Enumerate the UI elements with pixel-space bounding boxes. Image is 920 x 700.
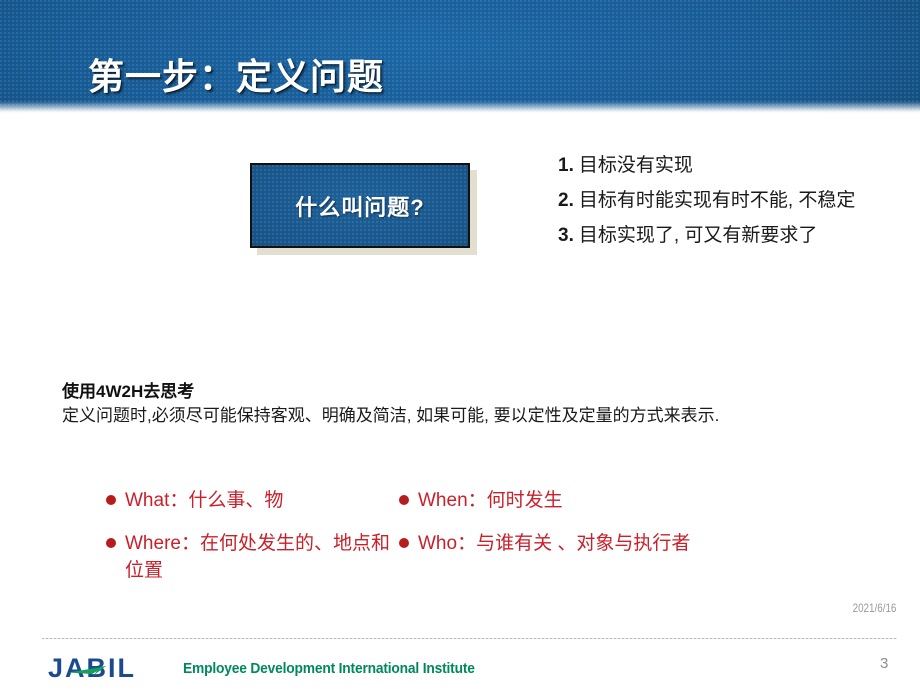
- bullet-text: Who：与谁有关 、对象与执行者: [418, 530, 690, 557]
- bullet-keyword: When: [418, 490, 468, 511]
- bullet-keyword: Where: [125, 533, 181, 554]
- list-item-text: 目标实现了, 可又有新要求了: [578, 225, 818, 246]
- jabil-logo-mark: JABIL: [48, 653, 136, 683]
- list-item-marker: 2.: [558, 190, 574, 211]
- bullet-item-when: When：何时发生: [399, 487, 819, 514]
- bullet-keyword: Who: [418, 533, 458, 554]
- footer-tagline: Employee Development International Insti…: [183, 660, 475, 677]
- bullet-dot-icon: [399, 495, 409, 505]
- list-item: 2. 目标有时能实现有时不能, 不稳定: [558, 185, 908, 216]
- bullet-separator: ：: [457, 533, 477, 554]
- bullet-text: Where：在何处发生的、地点和位置: [125, 530, 399, 584]
- bullet-item-where: Where：在何处发生的、地点和位置: [106, 530, 399, 584]
- question-box-label: 什么叫问题?: [295, 194, 425, 220]
- page-title: 第一步：定义问题: [88, 56, 385, 97]
- bullet-item-what: What：什么事、物: [106, 487, 399, 514]
- bullet-description: 何时发生: [486, 490, 563, 511]
- bullet-separator: ：: [467, 490, 487, 511]
- page-number: 3: [880, 655, 889, 672]
- bullet-row: What：什么事、物 When：何时发生: [106, 487, 866, 514]
- bullet-text: When：何时发生: [418, 487, 563, 514]
- date-stamp: 2021/6/16: [852, 601, 896, 615]
- header-bottom-fade: [0, 101, 920, 113]
- bullet-separator: ：: [180, 533, 200, 554]
- svg-text:JABIL: JABIL: [48, 653, 136, 683]
- bullet-separator: ：: [169, 490, 189, 511]
- list-item-text: 目标没有实现: [578, 155, 693, 176]
- bullet-dot-icon: [106, 495, 116, 505]
- list-item: 1. 目标没有实现: [558, 150, 908, 181]
- bullet-description: 什么事、物: [188, 490, 284, 511]
- definition-list: 1. 目标没有实现 2. 目标有时能实现有时不能, 不稳定 3. 目标实现了, …: [558, 150, 908, 255]
- 4w2h-bullet-grid: What：什么事、物 When：何时发生 Where：在何处发生的、地点和位置 …: [106, 487, 866, 600]
- method-heading: 使用4W2H去思考: [62, 382, 195, 401]
- bullet-item-who: Who：与谁有关 、对象与执行者: [399, 530, 819, 584]
- list-item-marker: 1.: [558, 155, 574, 176]
- list-item: 3. 目标实现了, 可又有新要求了: [558, 220, 908, 251]
- bullet-row: Where：在何处发生的、地点和位置 Who：与谁有关 、对象与执行者: [106, 530, 866, 584]
- bullet-dot-icon: [106, 538, 116, 548]
- question-callout-box: 什么叫问题?: [250, 163, 477, 255]
- question-box-frame: 什么叫问题?: [250, 163, 470, 248]
- list-item-marker: 3.: [558, 225, 574, 246]
- jabil-logo: JABIL: [48, 653, 168, 685]
- bullet-text: What：什么事、物: [125, 487, 283, 514]
- footer-divider: [42, 638, 897, 639]
- list-item-text: 目标有时能实现有时不能, 不稳定: [578, 190, 856, 211]
- bullet-keyword: What: [125, 490, 170, 511]
- method-body-text: 定义问题时,必须尽可能保持客观、明确及简洁, 如果可能, 要以定性及定量的方式来…: [62, 406, 720, 425]
- bullet-dot-icon: [399, 538, 409, 548]
- bullet-description: 与谁有关 、对象与执行者: [476, 533, 691, 554]
